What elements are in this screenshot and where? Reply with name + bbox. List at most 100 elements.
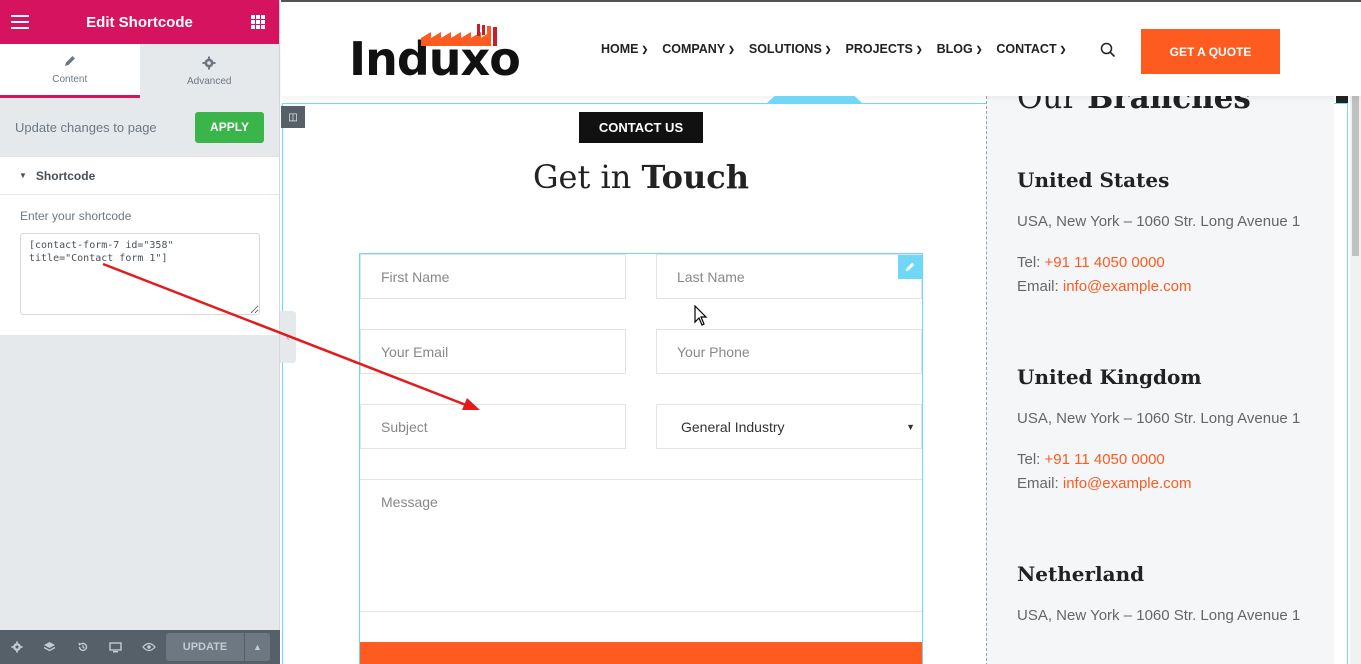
branch-tel-link[interactable]: +91 11 4050 0000 xyxy=(1045,254,1165,271)
nav-company[interactable]: COMPANY ❯ xyxy=(662,42,735,56)
heading-bold: Touch xyxy=(641,158,750,196)
branch-address: USA, New York – 1060 Str. Long Avenue 1 xyxy=(1017,213,1301,230)
chevron-down-icon: ❯ xyxy=(641,44,649,54)
main-navigation: HOME ❯ COMPANY ❯ SOLUTIONS ❯ PROJECTS ❯ BLOG… xyxy=(601,42,1080,56)
branch-email: Email: info@example.com xyxy=(1017,278,1300,295)
panel-footer: UPDATE ▲ xyxy=(0,630,280,664)
nav-projects[interactable]: PROJECTS ❯ xyxy=(846,42,923,56)
shortcode-section-toggle[interactable]: ▼ Shortcode xyxy=(0,156,279,195)
email-label: Email: xyxy=(1017,278,1059,295)
nav-solutions-label: SOLUTIONS xyxy=(748,42,822,56)
factory-logo-icon xyxy=(421,24,497,46)
update-changes-row: Update changes to page APPLY xyxy=(0,98,279,156)
shortcode-control: Enter your shortcode [contact-form-7 id=… xyxy=(0,195,279,335)
branch-address: USA, New York – 1060 Str. Long Avenue 1 xyxy=(1017,410,1301,427)
submit-button[interactable]: SUBMIT NOW xyxy=(360,642,922,664)
get-a-quote-button[interactable]: GET A QUOTE xyxy=(1141,29,1280,74)
branch-tel-link[interactable]: +91 11 4050 0000 xyxy=(1045,451,1165,468)
section-title: Shortcode xyxy=(35,168,96,183)
column-edit-icon[interactable]: ◫ xyxy=(281,106,305,128)
editor-screen: Edit Shortcode Content Advanced Update c… xyxy=(0,0,1361,664)
nav-blog-label: BLOG xyxy=(936,42,973,56)
nav-solutions[interactable]: SOLUTIONS ❯ xyxy=(749,42,832,56)
page-scrollbar[interactable] xyxy=(1350,96,1361,664)
chevron-down-icon: ❯ xyxy=(824,44,832,54)
update-options-caret-icon[interactable]: ▲ xyxy=(244,633,270,661)
branch-name: United States xyxy=(1017,168,1170,192)
branch-email-link[interactable]: info@example.com xyxy=(1063,475,1192,492)
chevron-down-icon: ❯ xyxy=(975,44,983,54)
nav-blog[interactable]: BLOG ❯ xyxy=(937,42,983,56)
collapse-panel-handle[interactable]: ‹ xyxy=(280,311,296,363)
tab-content-label: Content xyxy=(52,74,88,85)
message-field[interactable]: Message xyxy=(360,479,922,612)
nav-home[interactable]: HOME ❯ xyxy=(601,42,648,56)
branches-title-light: Our xyxy=(1017,96,1078,116)
branch-tel: Tel: +91 11 4050 0000 xyxy=(1017,451,1300,468)
panel-header: Edit Shortcode xyxy=(0,0,279,44)
branch-united-states: United States USA, New York – 1060 Str. … xyxy=(1017,168,1300,295)
industry-select-value: General Industry xyxy=(681,418,785,435)
pencil-icon xyxy=(64,56,75,66)
heading-light: Get in xyxy=(532,158,632,196)
branch-address: USA, New York – 1060 Str. Long Avenue 1 xyxy=(1017,607,1301,624)
hamburger-menu-icon[interactable] xyxy=(11,15,29,29)
panel-title: Edit Shortcode xyxy=(86,13,193,31)
last-name-field[interactable]: Last Name xyxy=(656,254,922,299)
nav-company-label: COMPANY xyxy=(662,42,726,56)
branch-name: Netherland xyxy=(1017,562,1145,586)
nav-contact-label: CONTACT xyxy=(996,42,1057,56)
shortcode-label: Enter your shortcode xyxy=(20,209,132,223)
tel-label: Tel: xyxy=(1017,254,1041,271)
branch-email: Email: info@example.com xyxy=(1017,475,1300,492)
branches-column: Our Branches United States USA, New York… xyxy=(986,96,1334,664)
subject-field[interactable]: Subject xyxy=(360,404,626,449)
section-tab-handle[interactable] xyxy=(767,96,862,103)
chevron-down-icon: ❯ xyxy=(1059,44,1067,54)
preview-icon[interactable] xyxy=(132,630,165,664)
update-changes-text: Update changes to page xyxy=(15,119,157,135)
shortcode-textarea[interactable]: [contact-form-7 id="358" title="Contact … xyxy=(20,233,260,315)
select-arrow-icon: ▼ xyxy=(906,421,915,432)
branch-united-kingdom: United Kingdom USA, New York – 1060 Str.… xyxy=(1017,365,1300,492)
widgets-grid-icon[interactable] xyxy=(251,15,265,29)
branch-netherland: Netherland USA, New York – 1060 Str. Lon… xyxy=(1017,562,1300,624)
nav-home-label: HOME xyxy=(601,42,639,56)
branch-email-link[interactable]: info@example.com xyxy=(1063,278,1192,295)
settings-icon[interactable] xyxy=(0,630,33,664)
industry-select[interactable]: General Industry ▼ xyxy=(656,404,922,449)
gear-icon xyxy=(202,56,216,69)
phone-field[interactable]: Your Phone xyxy=(656,329,922,374)
apply-button[interactable]: APPLY xyxy=(195,111,264,143)
branches-title: Our Branches xyxy=(1017,96,1251,116)
caret-down-icon: ▼ xyxy=(19,171,27,180)
tab-content[interactable]: Content xyxy=(0,44,140,98)
history-icon[interactable] xyxy=(66,630,99,664)
tab-advanced[interactable]: Advanced xyxy=(139,44,279,98)
responsive-icon[interactable] xyxy=(99,630,132,664)
nav-projects-label: PROJECTS xyxy=(845,42,913,56)
site-preview: Induxo HOME ❯ COMPANY ❯ SOLUTIONS ❯ PROJECT… xyxy=(281,0,1361,664)
update-button[interactable]: UPDATE xyxy=(166,633,244,661)
chevron-down-icon: ❯ xyxy=(728,44,735,54)
contact-us-badge: CONTACT US xyxy=(579,112,703,143)
branches-title-bold: Branches xyxy=(1087,96,1251,116)
section-corner xyxy=(1336,96,1348,103)
layers-icon[interactable] xyxy=(33,630,66,664)
email-label: Email: xyxy=(1017,475,1059,492)
tel-label: Tel: xyxy=(1017,451,1041,468)
edit-widget-pencil-icon[interactable] xyxy=(898,255,922,279)
tab-advanced-label: Advanced xyxy=(187,75,232,87)
panel-tabs: Content Advanced xyxy=(0,44,279,98)
site-header: Induxo HOME ❯ COMPANY ❯ SOLUTIONS ❯ PROJECT… xyxy=(281,2,1361,96)
nav-contact[interactable]: CONTACT ❯ xyxy=(996,42,1066,56)
search-icon[interactable] xyxy=(1100,42,1116,58)
page-heading: Get in Touch xyxy=(281,158,1001,196)
email-field[interactable]: Your Email xyxy=(360,329,626,374)
first-name-field[interactable]: First Name xyxy=(360,254,626,299)
chevron-down-icon: ❯ xyxy=(915,44,923,54)
branch-tel: Tel: +91 11 4050 0000 xyxy=(1017,254,1300,271)
mouse-cursor-icon xyxy=(694,305,708,326)
branch-name: United Kingdom xyxy=(1017,365,1202,389)
scrollbar-thumb[interactable] xyxy=(1352,96,1359,256)
